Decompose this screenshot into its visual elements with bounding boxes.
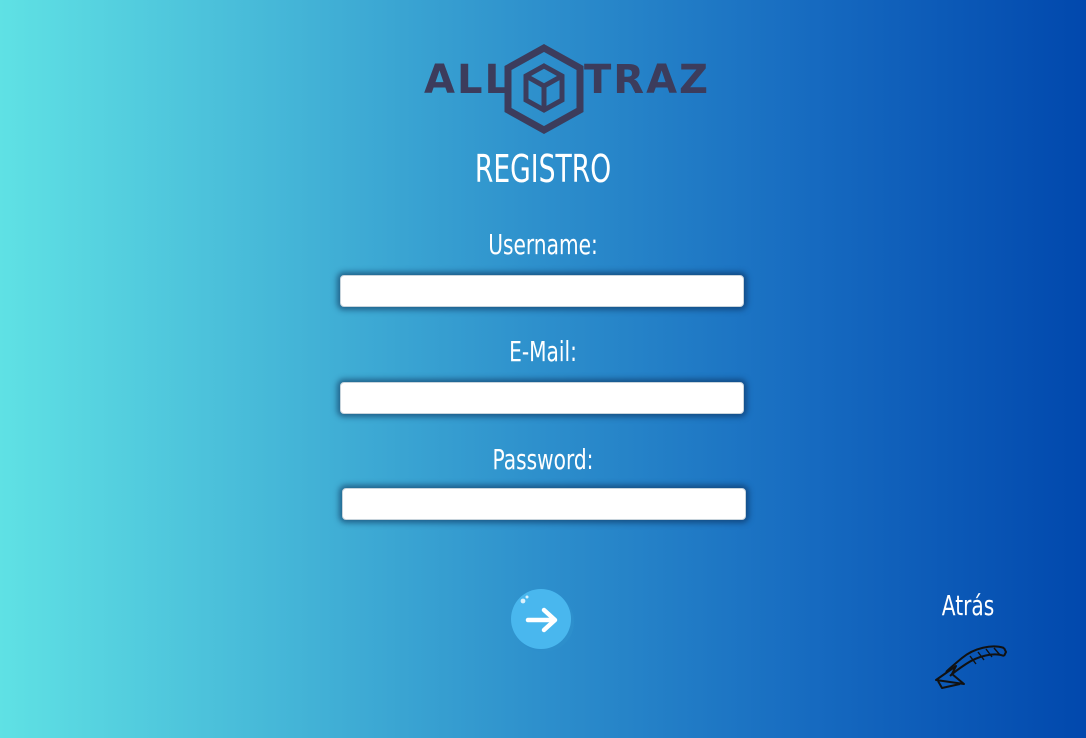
logo-text-left: ALL [424, 57, 512, 103]
email-label: E-Mail: [509, 335, 577, 368]
back-link[interactable]: Atrás [932, 589, 1004, 623]
email-input[interactable] [340, 382, 744, 414]
password-input[interactable] [342, 488, 746, 520]
username-label: Username: [488, 228, 598, 261]
username-input[interactable] [340, 275, 744, 307]
logo-text-right: TRAZ [584, 57, 711, 103]
arrow-right-icon [520, 595, 558, 633]
curved-back-arrow-icon[interactable] [930, 640, 1010, 692]
page-title: REGISTRO [474, 147, 612, 191]
hexagon-box-icon [504, 44, 584, 134]
submit-button[interactable] [511, 589, 571, 649]
app-logo: ALL TRAZ [424, 44, 708, 134]
password-label: Password: [492, 443, 594, 476]
